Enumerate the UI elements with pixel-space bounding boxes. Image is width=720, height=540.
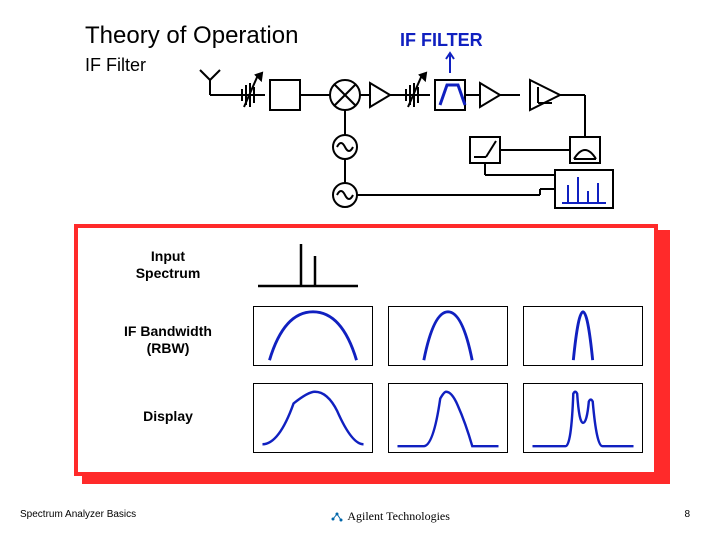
row-label-if-bandwidth: IF Bandwidth(RBW) bbox=[108, 323, 228, 357]
sweep-generator-icon bbox=[333, 159, 555, 207]
attenuator-icon bbox=[235, 73, 265, 107]
brand-spark-icon bbox=[330, 510, 344, 524]
display-block-icon bbox=[555, 170, 613, 208]
display-wide-plot bbox=[253, 383, 373, 453]
footer-page-number: 8 bbox=[684, 509, 690, 520]
envelope-detector-icon bbox=[570, 137, 600, 163]
rbw-wide-plot bbox=[253, 306, 373, 366]
display-narrow-plot bbox=[523, 383, 643, 453]
local-oscillator-icon bbox=[333, 110, 357, 159]
filter-comparison-panel: InputSpectrum IF Bandwidth(RBW) Display bbox=[74, 224, 658, 476]
antenna-icon bbox=[200, 70, 235, 95]
rbw-narrow-plot bbox=[523, 306, 643, 366]
footer-left-text: Spectrum Analyzer Basics bbox=[20, 509, 136, 520]
amplifier-icon bbox=[480, 83, 500, 107]
slide-subtitle: IF Filter bbox=[85, 55, 146, 76]
footer-brand: Agilent Technologies bbox=[330, 509, 450, 524]
row-label-display: Display bbox=[133, 408, 203, 425]
rbw-medium-plot bbox=[388, 306, 508, 366]
log-amp-icon bbox=[530, 80, 560, 110]
attenuator-icon bbox=[400, 73, 430, 107]
mixer-icon bbox=[330, 80, 360, 110]
input-spectrum-plot bbox=[253, 236, 363, 291]
display-medium-plot bbox=[388, 383, 508, 453]
video-filter-icon bbox=[470, 137, 570, 163]
signal-chain-diagram bbox=[190, 45, 630, 215]
row-label-input-spectrum: InputSpectrum bbox=[123, 248, 213, 282]
if-filter-icon bbox=[435, 53, 465, 110]
lpf-block-icon bbox=[270, 80, 300, 110]
amplifier-icon bbox=[370, 83, 390, 107]
footer-brand-text: Agilent Technologies bbox=[347, 509, 450, 523]
